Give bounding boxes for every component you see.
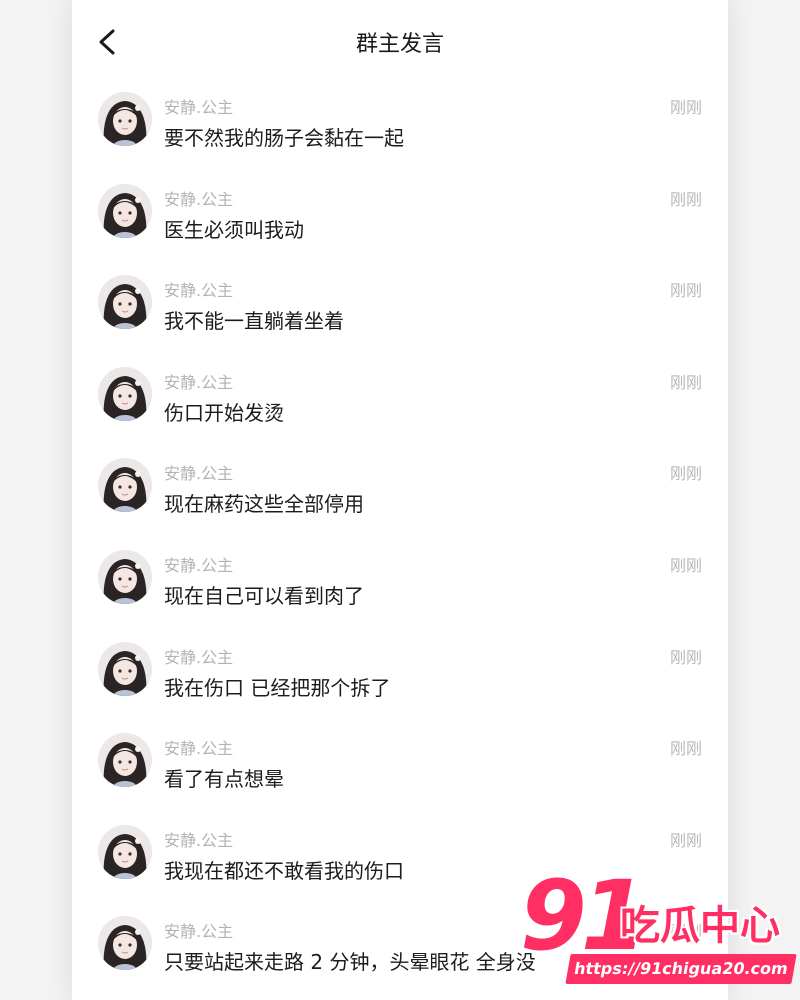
- avatar-image: [98, 458, 152, 513]
- sender-name: 安静.公主: [164, 464, 234, 484]
- message-text: 我在伤口 已经把那个拆了: [164, 675, 391, 700]
- message-time: 刚刚: [669, 830, 702, 850]
- message-time: 刚刚: [669, 464, 702, 484]
- sender-name: 安静.公主: [164, 189, 234, 209]
- message-time: 刚刚: [669, 281, 702, 301]
- avatar-image: [98, 824, 152, 879]
- message-item[interactable]: 安静.公主 刚刚 我不能一直躺着坐着: [72, 267, 728, 359]
- sender-name: 安静.公主: [164, 922, 234, 942]
- message-time: 刚刚: [669, 647, 702, 667]
- avatar[interactable]: [98, 733, 152, 788]
- message-time: 刚刚: [669, 189, 702, 209]
- avatar[interactable]: [98, 458, 152, 513]
- avatar-image: [98, 275, 152, 330]
- message-item[interactable]: 安静.公主 刚刚 现在自己可以看到肉了: [72, 542, 728, 634]
- message-item[interactable]: 安静.公主 刚刚 伤口开始发烫: [72, 359, 728, 451]
- watermark-url: https://91chigua20.com: [565, 954, 797, 984]
- sender-name: 安静.公主: [164, 372, 234, 392]
- avatar[interactable]: [98, 275, 152, 330]
- message-text: 现在麻药这些全部停用: [164, 492, 364, 517]
- site-watermark: 91 吃瓜中心 https://91chigua20.com: [512, 868, 800, 1000]
- avatar-image: [98, 92, 152, 146]
- message-text: 医生必须叫我动: [164, 217, 304, 242]
- message-time: 刚刚: [669, 98, 702, 117]
- page-title: 群主发言: [355, 32, 444, 57]
- message-item[interactable]: 安静.公主 刚刚 现在麻药这些全部停用: [72, 450, 728, 542]
- avatar-image: [98, 366, 152, 421]
- sender-name: 安静.公主: [164, 555, 234, 575]
- message-text: 看了有点想晕: [164, 767, 284, 792]
- message-text: 我不能一直躺着坐着: [164, 309, 344, 334]
- avatar[interactable]: [98, 641, 152, 696]
- phone-screen: 群主发言 安静.公主 刚刚 要不然我的肠子会黏在一起 安静.公主 刚刚 医生必须…: [72, 0, 728, 1000]
- avatar[interactable]: [98, 916, 152, 971]
- avatar-image: [98, 641, 152, 696]
- avatar-image: [98, 549, 152, 604]
- avatar[interactable]: [98, 824, 152, 879]
- message-time: 刚刚: [669, 739, 702, 759]
- message-item[interactable]: 安静.公主 刚刚 医生必须叫我动: [72, 176, 728, 268]
- avatar[interactable]: [98, 549, 152, 604]
- message-text: 现在自己可以看到肉了: [164, 583, 364, 608]
- message-time: 刚刚: [669, 555, 702, 575]
- sender-name: 安静.公主: [164, 830, 234, 850]
- avatar-image: [98, 183, 152, 238]
- sender-name: 安静.公主: [164, 281, 234, 301]
- avatar[interactable]: [98, 366, 152, 421]
- message-item[interactable]: 安静.公主 刚刚 看了有点想晕: [72, 725, 728, 817]
- message-item[interactable]: 安静.公主 刚刚 要不然我的肠子会黏在一起: [72, 84, 728, 176]
- message-item[interactable]: 安静.公主 刚刚 我在伤口 已经把那个拆了: [72, 634, 728, 726]
- sender-name: 安静.公主: [164, 647, 234, 667]
- avatar[interactable]: [98, 92, 152, 146]
- avatar-image: [98, 733, 152, 788]
- message-text: 只要站起来走路 2 分钟，头晕眼花 全身没: [164, 950, 536, 975]
- message-time: 刚刚: [669, 372, 702, 392]
- message-text: 我现在都还不敢看我的伤口: [164, 858, 404, 883]
- sender-name: 安静.公主: [164, 739, 234, 759]
- sender-name: 安静.公主: [164, 98, 234, 117]
- message-text: 伤口开始发烫: [164, 400, 284, 425]
- avatar[interactable]: [98, 183, 152, 238]
- header: 群主发言: [72, 0, 728, 84]
- message-text: 要不然我的肠子会黏在一起: [164, 126, 404, 150]
- avatar-image: [98, 916, 152, 971]
- watermark-name: 吃瓜中心: [620, 903, 780, 949]
